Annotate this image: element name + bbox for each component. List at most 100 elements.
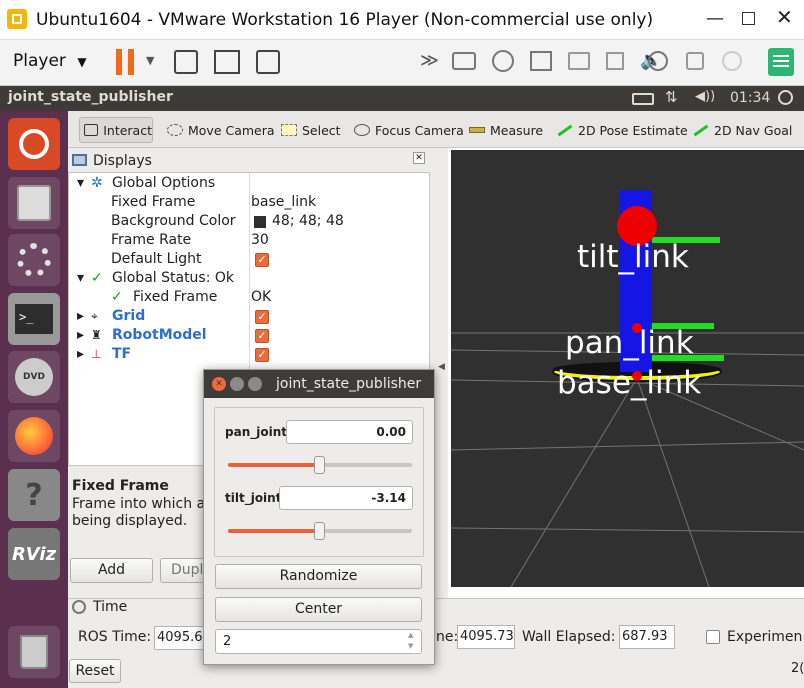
send-ctrl-alt-del-icon[interactable]	[174, 50, 198, 74]
clock[interactable]: 01:34	[730, 90, 770, 106]
tilt-joint-value[interactable]: -3.14	[279, 486, 413, 510]
default-light-checkbox[interactable]: ✓	[255, 253, 269, 267]
expand-arrow-icon[interactable]: ▾	[77, 174, 84, 193]
experimental-checkbox[interactable]	[706, 630, 720, 644]
grid-checkbox[interactable]: ✓	[255, 310, 269, 324]
randomize-button[interactable]: Randomize	[215, 564, 422, 589]
experimental-label: Experimen	[727, 629, 803, 645]
keyboard-icon[interactable]	[632, 93, 654, 105]
more-devices-icon[interactable]: ≫	[420, 50, 439, 71]
duplicate-button[interactable]: Dupl	[160, 558, 208, 583]
focus-camera-tool[interactable]: Focus Camera	[354, 117, 464, 143]
expand-arrow-icon[interactable]: ▸	[77, 307, 84, 326]
ros-elapsed-field[interactable]: 4095.73	[457, 625, 515, 649]
spin-down-icon[interactable]: ▼	[408, 642, 413, 650]
3d-viewport[interactable]: tilt_link pan_link base_link	[451, 150, 804, 587]
description-line-2: being displayed.	[72, 513, 188, 529]
spin-up-icon[interactable]: ▲	[408, 631, 413, 639]
move-camera-tool[interactable]: Move Camera	[167, 117, 275, 143]
player-menu-label: Player	[13, 51, 66, 71]
printer-icon[interactable]	[568, 52, 590, 70]
bluetooth-icon[interactable]	[686, 52, 704, 70]
close-button[interactable]: ✕	[776, 5, 793, 29]
wall-elapsed-field[interactable]: 687.93	[619, 625, 675, 649]
pan-link-label: pan_link	[565, 325, 694, 361]
add-button[interactable]: Add	[70, 558, 153, 583]
robotmodel-display[interactable]: RobotModel	[112, 326, 207, 345]
firefox-icon[interactable]	[8, 410, 60, 462]
global-options-label[interactable]: Global Options	[112, 174, 215, 193]
expand-arrow-icon[interactable]: ▸	[77, 326, 84, 345]
center-button[interactable]: Center	[215, 597, 422, 622]
volume-icon[interactable]: ◀))	[695, 89, 715, 104]
dialog-close-button[interactable]: ✕	[212, 377, 226, 391]
rviz-icon[interactable]: RViz	[8, 528, 60, 580]
ros-elapsed-label: ne:	[436, 629, 459, 645]
hard-disk-icon[interactable]	[452, 52, 476, 70]
hand-icon	[84, 124, 99, 136]
color-swatch[interactable]	[254, 216, 266, 228]
pan-slider-fill	[228, 463, 320, 467]
pan-slider-handle[interactable]	[314, 456, 325, 474]
sliders-group: pan_joint 0.00 tilt_joint -3.14	[214, 407, 424, 557]
fps-text: 2(	[791, 661, 804, 676]
trash-icon[interactable]	[8, 626, 60, 678]
network-icon[interactable]	[530, 51, 552, 71]
expand-arrow-icon[interactable]: ▾	[77, 269, 84, 288]
grid-display[interactable]: Grid	[112, 307, 145, 326]
background-color-value[interactable]: 48; 48; 48	[272, 212, 344, 231]
pan-joint-slider[interactable]	[228, 456, 412, 474]
pause-icon[interactable]	[116, 49, 136, 75]
tf-checkbox[interactable]: ✓	[255, 348, 269, 362]
maximize-button[interactable]	[742, 12, 755, 25]
pan-joint-label: pan_joint	[225, 425, 287, 439]
camera-icon[interactable]	[648, 51, 668, 71]
select-label: Select	[302, 122, 341, 138]
robotmodel-checkbox[interactable]: ✓	[255, 329, 269, 343]
reset-button[interactable]: Reset	[69, 659, 121, 683]
fullscreen-icon[interactable]	[214, 50, 240, 74]
unity-icon[interactable]	[256, 50, 280, 74]
player-menu[interactable]: Player ▼	[13, 51, 87, 71]
select-tool[interactable]: Select	[281, 117, 341, 143]
vmware-logo-icon	[7, 9, 27, 29]
ubuntu-dash-icon[interactable]	[8, 118, 60, 170]
network-updown-icon[interactable]: ⇅	[665, 88, 678, 106]
wall-elapsed-label: Wall Elapsed:	[522, 629, 616, 645]
pause-dropdown-icon[interactable]: ▼	[146, 54, 154, 67]
2d-pose-estimate-label: 2D Pose Estimate	[578, 122, 688, 138]
fixed-frame-value[interactable]: base_link	[251, 193, 316, 212]
panel-splitter-arrow-icon[interactable]: ◀	[438, 362, 445, 372]
select-icon	[281, 124, 297, 136]
cd-drive-icon[interactable]	[492, 50, 514, 72]
tf-display[interactable]: TF	[112, 345, 131, 364]
interact-tool[interactable]: Interact	[79, 117, 153, 143]
dialog-minimize-button[interactable]	[230, 377, 244, 391]
displays-title: Displays	[93, 153, 152, 169]
dialog-maximize-button[interactable]	[248, 377, 262, 391]
record-icon[interactable]	[722, 51, 742, 71]
2d-pose-estimate-tool[interactable]: 2D Pose Estimate	[557, 117, 688, 143]
system-settings-icon[interactable]	[8, 234, 60, 286]
spin-box-value[interactable]: 2	[223, 634, 231, 649]
power-icon[interactable]	[778, 90, 793, 105]
interact-label: Interact	[103, 122, 152, 138]
global-status-label[interactable]: Global Status: Ok	[112, 269, 234, 288]
notes-icon[interactable]	[768, 48, 794, 76]
minimize-button[interactable]: —	[706, 8, 724, 29]
measure-tool[interactable]: Measure	[469, 117, 543, 143]
dvd-icon[interactable]: DVD	[8, 351, 60, 403]
files-icon[interactable]	[8, 177, 60, 229]
pan-joint-value[interactable]: 0.00	[286, 420, 413, 444]
expand-arrow-icon[interactable]: ▸	[77, 345, 84, 364]
help-icon[interactable]: ?	[8, 469, 60, 521]
usb-icon[interactable]	[606, 52, 624, 70]
close-panel-icon[interactable]: ✕	[413, 152, 425, 164]
tilt-slider-handle[interactable]	[314, 522, 325, 540]
spin-box[interactable]: 2 ▲ ▼	[215, 629, 422, 654]
frame-rate-value[interactable]: 30	[251, 231, 269, 250]
tilt-joint-slider[interactable]	[228, 522, 412, 540]
2d-nav-goal-tool[interactable]: 2D Nav Goal	[693, 117, 792, 143]
tilt-link-label: tilt_link	[577, 239, 689, 275]
terminal-icon[interactable]: >_	[8, 293, 60, 345]
